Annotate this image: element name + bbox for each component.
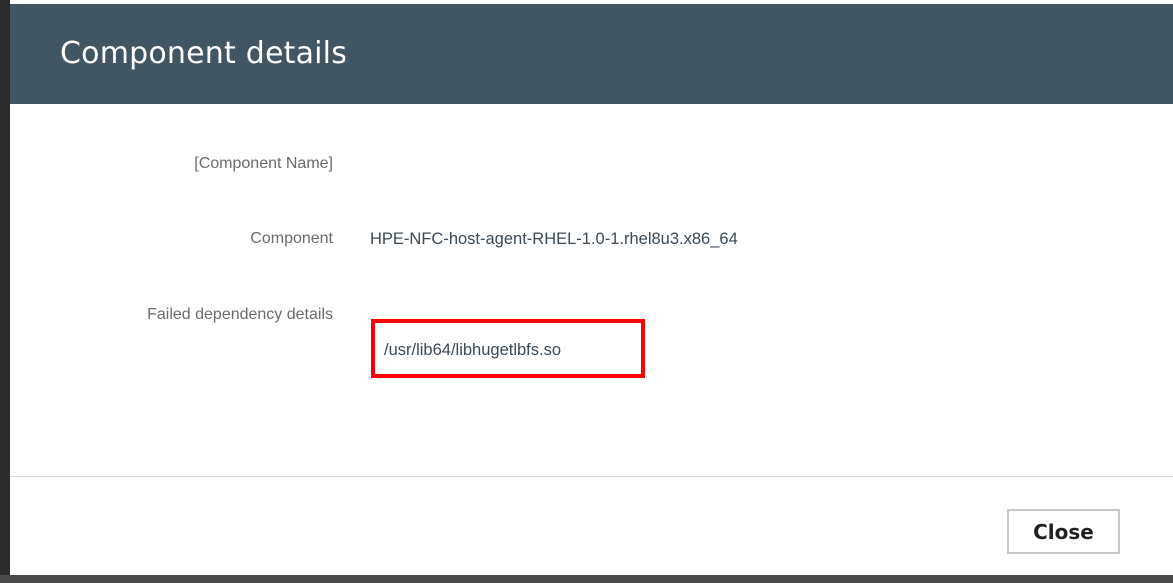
- dialog-title: Component details: [60, 36, 348, 71]
- component-value: HPE-NFC-host-agent-RHEL-1.0-1.rhel8u3.x8…: [370, 230, 738, 248]
- component-details-dialog: Component details [Component Name] Compo…: [10, 4, 1173, 575]
- failed-dependency-value: /usr/lib64/libhugetlbfs.so: [384, 341, 562, 359]
- footer-divider: [10, 476, 1173, 477]
- background-window-edge-bottom: [0, 575, 1173, 583]
- screen: Component details [Component Name] Compo…: [0, 0, 1173, 583]
- background-window-edge: [0, 0, 10, 583]
- dialog-header: Component details: [10, 4, 1173, 104]
- component-label: Component: [250, 230, 333, 247]
- close-button[interactable]: Close: [1007, 509, 1120, 554]
- failed-dependency-label: Failed dependency details: [147, 306, 333, 323]
- component-name-label: [Component Name]: [194, 155, 333, 172]
